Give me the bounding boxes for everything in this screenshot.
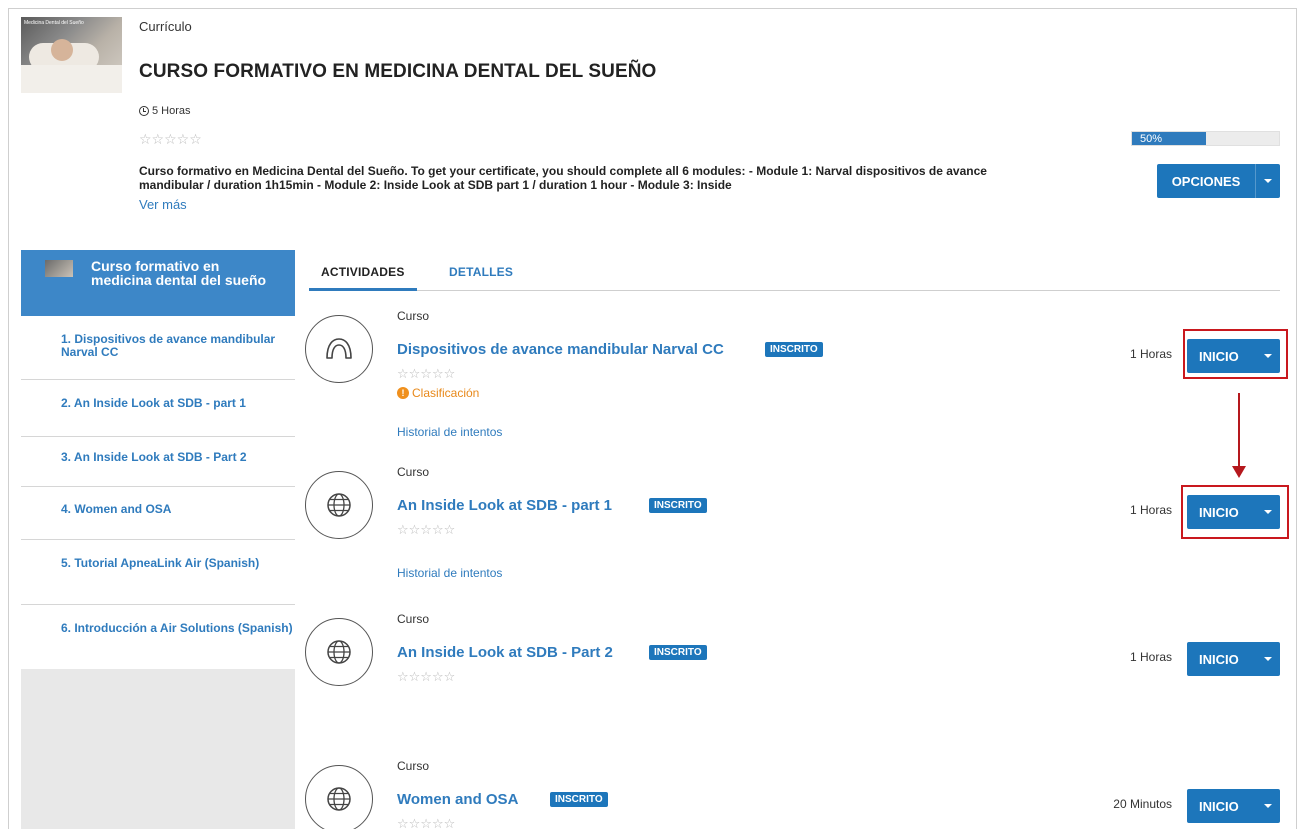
progress-bar: 50%	[1131, 131, 1280, 146]
see-more-link[interactable]: Ver más	[139, 197, 187, 212]
activity-rating[interactable]: ☆☆☆☆☆	[397, 670, 455, 684]
activity-item: Curso An Inside Look at SDB - part 1 INS…	[305, 465, 1280, 595]
start-button[interactable]: INICIO	[1187, 339, 1280, 373]
activity-item: Curso Women and OSA INSCRITO ☆☆☆☆☆ 20 Mi…	[305, 759, 1280, 829]
status-badge: INSCRITO	[550, 792, 608, 807]
activity-type: Curso	[397, 465, 430, 479]
chevron-down-icon[interactable]	[1256, 354, 1280, 358]
clock-icon	[139, 106, 149, 116]
course-mini-thumbnail	[45, 260, 73, 277]
globe-icon	[305, 618, 373, 686]
activity-title[interactable]: Dispositivos de avance mandibular Narval…	[397, 341, 724, 358]
globe-icon	[305, 471, 373, 539]
page-title: CURSO FORMATIVO EN MEDICINA DENTAL DEL S…	[139, 61, 657, 82]
chevron-down-icon[interactable]	[1256, 179, 1280, 183]
course-description: Curso formativo en Medicina Dental del S…	[139, 164, 987, 192]
chevron-down-icon[interactable]	[1256, 510, 1280, 514]
page-frame: Medicina Dental del Sueño Currículo CURS…	[8, 8, 1297, 829]
tab-bar: ACTIVIDADES DETALLES	[309, 257, 1280, 291]
activity-rating[interactable]: ☆☆☆☆☆	[397, 367, 455, 381]
start-label: INICIO	[1199, 504, 1239, 520]
activity-title[interactable]: An Inside Look at SDB - Part 2	[397, 644, 613, 661]
sidebar-item-module-2[interactable]: 2. An Inside Look at SDB - part 1	[21, 380, 295, 437]
sidebar-item-module-1[interactable]: 1. Dispositivos de avance mandibular Nar…	[21, 316, 295, 380]
start-button[interactable]: INICIO	[1187, 642, 1280, 676]
sidebar: Curso formativo en medicina dental del s…	[21, 250, 295, 829]
activity-type: Curso	[397, 759, 430, 773]
globe-icon	[305, 765, 373, 829]
options-label: OPCIONES	[1171, 173, 1241, 189]
chevron-down-icon[interactable]	[1256, 657, 1280, 661]
status-badge: INSCRITO	[649, 645, 707, 660]
attempt-history-link[interactable]: Historial de intentos	[397, 566, 502, 580]
activity-rating[interactable]: ☆☆☆☆☆	[397, 523, 455, 537]
course-rating[interactable]: ☆☆☆☆☆	[139, 132, 202, 146]
rating-warning: ! Clasificación	[397, 386, 479, 400]
warning-icon: !	[397, 387, 409, 399]
attempt-history-link[interactable]: Historial de intentos	[397, 425, 502, 439]
activity-title[interactable]: Women and OSA	[397, 791, 518, 808]
sidebar-item-module-4[interactable]: 4. Women and OSA	[21, 487, 295, 540]
status-badge: INSCRITO	[765, 342, 823, 357]
arrow-down-icon	[1232, 466, 1246, 478]
sidebar-item-module-5[interactable]: 5. Tutorial ApneaLink Air (Spanish)	[21, 540, 295, 605]
annotation-arrow	[1238, 393, 1240, 467]
mouthguard-icon	[305, 315, 373, 383]
activity-type: Curso	[397, 612, 430, 626]
duration-text: 5 Horas	[152, 105, 191, 117]
start-label: INICIO	[1199, 348, 1239, 364]
activity-item: Curso An Inside Look at SDB - Part 2 INS…	[305, 612, 1280, 732]
thumbnail-text: Medicina Dental del Sueño	[24, 20, 84, 26]
activity-rating[interactable]: ☆☆☆☆☆	[397, 817, 455, 829]
course-duration: 5 Horas	[139, 105, 191, 117]
activity-duration: 20 Minutos	[1113, 797, 1172, 811]
warning-text: Clasificación	[412, 386, 480, 400]
start-label: INICIO	[1199, 651, 1239, 667]
module-list: 1. Dispositivos de avance mandibular Nar…	[21, 316, 295, 669]
activity-type: Curso	[397, 309, 430, 323]
activity-item: Curso Dispositivos de avance mandibular …	[305, 309, 1280, 449]
sidebar-item-module-6[interactable]: 6. Introducción a Air Solutions (Spanish…	[21, 605, 295, 669]
activity-duration: 1 Horas	[1129, 650, 1172, 664]
sidebar-header[interactable]: Curso formativo en medicina dental del s…	[21, 250, 295, 316]
start-button[interactable]: INICIO	[1187, 495, 1280, 529]
curriculum-label: Currículo	[139, 19, 192, 34]
chevron-down-icon[interactable]	[1256, 804, 1280, 808]
start-label: INICIO	[1199, 798, 1239, 814]
activity-duration: 1 Horas	[1129, 347, 1172, 361]
activity-duration: 1 Horas	[1129, 503, 1172, 517]
tab-activities[interactable]: ACTIVIDADES	[309, 265, 417, 291]
options-button[interactable]: OPCIONES	[1157, 164, 1280, 198]
course-thumbnail: Medicina Dental del Sueño	[21, 17, 122, 93]
start-button[interactable]: INICIO	[1187, 789, 1280, 823]
sidebar-item-module-3[interactable]: 3. An Inside Look at SDB - Part 2	[21, 437, 295, 487]
status-badge: INSCRITO	[649, 498, 707, 513]
activity-title[interactable]: An Inside Look at SDB - part 1	[397, 497, 612, 514]
progress-text: 50%	[1140, 133, 1163, 145]
sidebar-header-label: Curso formativo en medicina dental del s…	[91, 258, 267, 288]
tab-details[interactable]: DETALLES	[449, 265, 513, 279]
